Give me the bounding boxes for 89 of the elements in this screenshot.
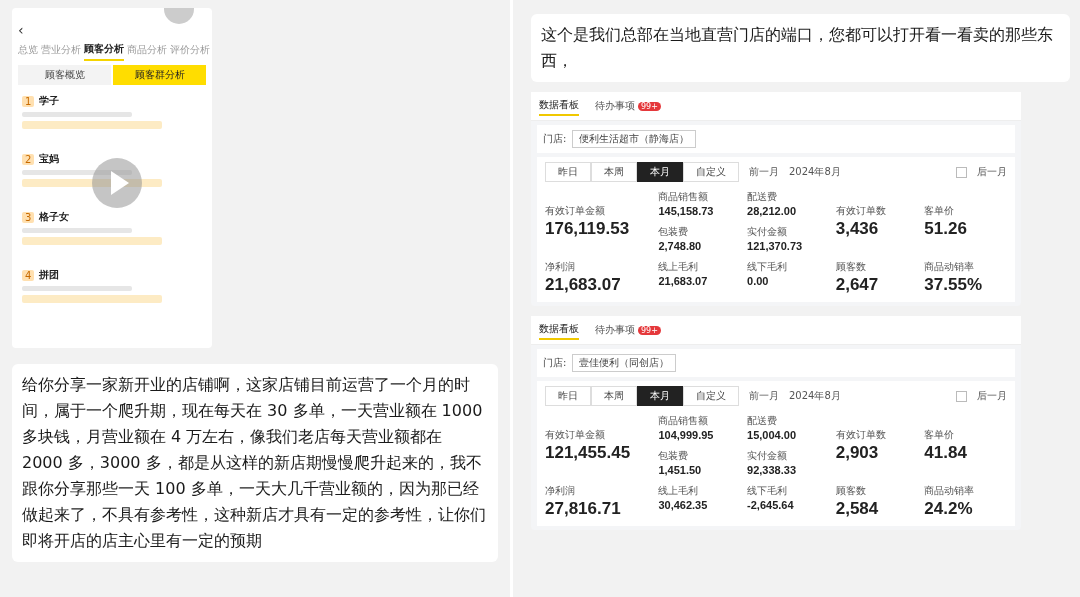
metric-label: 实付金额 — [747, 449, 789, 463]
metric-label: 净利润 — [545, 484, 576, 498]
metric-value: 92,338.33 — [747, 464, 797, 476]
metric-value: 15,004.00 — [747, 429, 797, 441]
tab[interactable]: 数据看板 — [539, 96, 579, 116]
metric-value: 2,584 — [835, 499, 880, 519]
metric-value: 27,816.71 — [545, 499, 622, 519]
metric-label: 商品销售额 — [658, 190, 710, 204]
period-tab[interactable]: 昨日 — [545, 386, 591, 406]
metric-value: -2,645.64 — [747, 499, 795, 511]
metric-label: 客单价 — [924, 427, 956, 442]
tab[interactable]: 待办事项 99+ — [595, 97, 661, 115]
metric-value: 0.00 — [747, 275, 770, 287]
metric-label: 净利润 — [545, 260, 576, 274]
metric-value: 30,462.35 — [658, 499, 709, 511]
group-name: 学子 — [39, 94, 60, 108]
metric-label: 线下毛利 — [747, 260, 789, 274]
chat-message: 这个是我们总部在当地直营门店的端口，您都可以打开看一看卖的那些东西， — [531, 14, 1070, 82]
metric-label: 顾客数 — [835, 484, 867, 498]
metric-value: 121,370.73 — [747, 240, 804, 252]
tab[interactable]: 数据看板 — [539, 320, 579, 340]
metric-label: 有效订单金额 — [545, 427, 606, 442]
metric-label: 客单价 — [924, 203, 956, 218]
metric-value: 21,683.07 — [545, 275, 622, 295]
next-month-link[interactable]: 后一月 — [977, 165, 1007, 179]
rank-badge: 4 — [22, 269, 35, 281]
checkbox[interactable] — [956, 166, 967, 178]
next-month-link[interactable]: 后一月 — [977, 389, 1007, 403]
metric-value: 2,748.80 — [658, 240, 703, 252]
metric-label: 商品销售额 — [658, 414, 710, 428]
chat-message: 给你分享一家新开业的店铺啊，这家店铺目前运营了一个月的时间，属于一个爬升期，现在每天在 30 多单，一天营业额在 1000 多块钱，月营业额在 4 万左右，像我们老店每天营业额都在 2000 多，3000 多，都是从这样的新店期慢慢爬升起来的，我不跟你分享那些一天 100 多单，一天大几千营业额的，因为那已经做起来了，不具有参考性，这种新店才具有一定的参考性，让你们即将开店的店主心里有一定的预期 — [12, 364, 498, 562]
metric-value: 2,903 — [835, 442, 880, 463]
back-button[interactable]: ‹ — [18, 22, 28, 38]
period-tab[interactable]: 自定义 — [683, 386, 739, 406]
group-name: 拼团 — [39, 268, 60, 282]
metric-label: 线下毛利 — [747, 484, 789, 498]
metric-label: 商品动销率 — [924, 260, 976, 274]
rank-badge: 1 — [22, 95, 35, 107]
period-tab[interactable]: 本周 — [591, 386, 637, 406]
rank-badge: 3 — [22, 211, 35, 223]
store-select[interactable]: 壹佳便利（同创店） — [572, 354, 677, 372]
metric-label: 配送费 — [747, 190, 779, 204]
store-select[interactable]: 便利生活超市（静海店） — [572, 130, 697, 148]
period-tab[interactable]: 本月 — [637, 162, 683, 182]
metric-label: 包装费 — [658, 449, 690, 463]
count-badge: 99+ — [638, 325, 661, 335]
period-tab[interactable]: 本月 — [637, 386, 683, 406]
tab[interactable]: 待办事项 99+ — [595, 321, 661, 339]
metric-label: 有效订单金额 — [545, 203, 606, 218]
metric-value: 104,999.95 — [658, 429, 715, 441]
period-tab[interactable]: 本周 — [591, 162, 637, 182]
metric-label: 有效订单数 — [835, 427, 887, 442]
field-label: 门店: — [543, 132, 567, 146]
metric-value: 121,455.45 — [545, 442, 632, 463]
group-name: 宝妈 — [39, 152, 60, 166]
count-badge: 99+ — [638, 101, 661, 111]
metric-value: 145,158.73 — [658, 205, 715, 217]
month-label: 2024年8月 — [789, 165, 841, 179]
metric-value: 51.26 — [924, 218, 968, 239]
metric-label: 有效订单数 — [835, 203, 887, 218]
play-icon[interactable] — [92, 158, 142, 208]
metric-label: 顾客数 — [835, 260, 867, 274]
previous-month-link[interactable]: 前一月 — [749, 165, 779, 179]
period-tab[interactable]: 自定义 — [683, 162, 739, 182]
metric-value: 28,212.00 — [747, 205, 797, 217]
metric-value: 1,451.50 — [658, 464, 703, 476]
metric-label: 实付金额 — [747, 225, 789, 239]
previous-month-link[interactable]: 前一月 — [749, 389, 779, 403]
segment-button[interactable]: 顾客群分析 — [113, 65, 206, 85]
segment-button[interactable]: 顾客概览 — [18, 65, 111, 85]
metric-value: 41.84 — [924, 442, 968, 463]
group-name: 格子女 — [39, 210, 70, 224]
month-label: 2024年8月 — [789, 389, 841, 403]
metric-label: 商品动销率 — [924, 484, 976, 498]
metric-label: 包装费 — [658, 225, 690, 239]
checkbox[interactable] — [956, 390, 967, 402]
metric-value: 24.2% — [924, 499, 974, 519]
field-label: 门店: — [543, 356, 567, 370]
metric-value: 21,683.07 — [658, 275, 709, 287]
metric-value: 37.55% — [924, 275, 983, 295]
rank-badge: 2 — [22, 153, 35, 165]
metric-label: 配送费 — [747, 414, 779, 428]
tab[interactable]: 顾客分析 — [84, 42, 124, 61]
metric-label: 线上毛利 — [658, 260, 700, 274]
metric-value: 2,647 — [835, 275, 880, 295]
metric-label: 线上毛利 — [658, 484, 700, 498]
metric-value: 176,119.53 — [545, 218, 631, 239]
metric-value: 3,436 — [835, 218, 880, 239]
period-tab[interactable]: 昨日 — [545, 162, 591, 182]
